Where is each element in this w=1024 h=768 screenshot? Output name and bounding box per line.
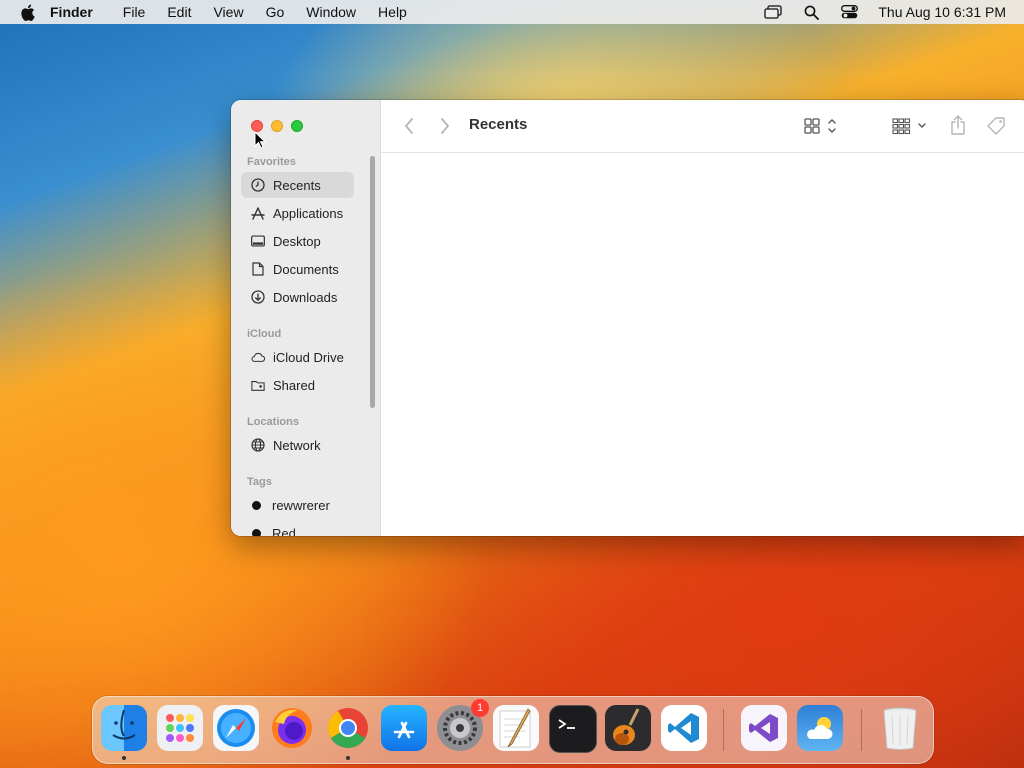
dock-system-settings[interactable]: 1 — [437, 699, 489, 751]
running-indicator — [346, 756, 350, 760]
dock-garageband[interactable] — [605, 705, 651, 751]
sidebar-item-label: Recents — [273, 177, 321, 193]
sidebar-item-icloud-drive[interactable]: iCloud Drive — [241, 344, 354, 370]
apple-menu-icon[interactable] — [18, 3, 36, 21]
menu-bar: Finder File Edit View Go Window Help Thu… — [0, 0, 1024, 24]
toolbar: Recents — [381, 100, 1024, 153]
desktop-icon — [251, 234, 265, 248]
share-icon[interactable] — [949, 114, 967, 136]
dock-safari[interactable] — [213, 705, 259, 751]
control-center-icon[interactable] — [840, 3, 858, 21]
tag-dot-icon — [252, 528, 261, 536]
zoom-button[interactable] — [291, 120, 303, 132]
sidebar-item-downloads[interactable]: Downloads — [241, 284, 354, 310]
firefox-icon — [272, 708, 312, 748]
dock-firefox[interactable] — [269, 705, 315, 751]
dock-separator — [723, 709, 724, 751]
finder-face-icon — [112, 709, 136, 740]
visual-studio-icon — [749, 714, 778, 742]
dock-trash[interactable] — [877, 705, 923, 751]
dock-app-store[interactable] — [381, 705, 427, 751]
sidebar-item-desktop[interactable]: Desktop — [241, 228, 354, 254]
menu-file[interactable]: File — [123, 4, 146, 20]
download-icon — [251, 290, 265, 304]
sidebar-item-label: iCloud Drive — [273, 349, 344, 365]
tag-icon[interactable] — [985, 115, 1007, 137]
notification-badge: 1 — [471, 699, 489, 717]
clock-icon — [251, 178, 265, 192]
shared-folder-icon — [251, 378, 265, 392]
menu-help[interactable]: Help — [378, 4, 407, 20]
dock-chrome[interactable] — [325, 705, 371, 751]
chrome-icon — [328, 708, 368, 748]
sidebar-item-tag-red[interactable]: Red — [241, 520, 354, 536]
section-favorites: Favorites — [247, 156, 296, 168]
dock: 1 — [92, 696, 934, 764]
window-title: Recents — [469, 116, 528, 133]
dock-terminal[interactable] — [549, 705, 597, 753]
search-icon[interactable] — [802, 3, 820, 21]
guitar-icon — [613, 708, 640, 745]
sidebar-item-tag-rewwrerer[interactable]: rewwrerer — [241, 492, 354, 518]
trash-icon — [883, 707, 917, 750]
document-icon — [251, 262, 265, 276]
dock-vscode[interactable] — [661, 705, 707, 751]
cloud-icon — [251, 350, 265, 364]
sidebar-item-shared[interactable]: Shared — [241, 372, 354, 398]
sidebar-item-label: rewwrerer — [272, 497, 330, 513]
menu-view[interactable]: View — [213, 4, 243, 20]
terminal-icon — [558, 719, 575, 729]
file-browser-content[interactable] — [381, 153, 1024, 536]
icon-view-icon[interactable] — [803, 116, 841, 136]
sidebar-item-label: Downloads — [273, 289, 338, 305]
sidebar: Favorites Recents Applications Desktop D… — [231, 100, 381, 536]
sidebar-item-label: Network — [273, 437, 321, 453]
safari-compass-icon — [217, 709, 255, 747]
textedit-icon — [499, 708, 531, 748]
sidebar-item-label: Applications — [273, 205, 344, 221]
sidebar-item-label: Desktop — [273, 233, 321, 249]
dock-visual-studio[interactable] — [741, 705, 787, 751]
launchpad-grid-icon — [166, 714, 194, 742]
dock-separator — [861, 709, 862, 751]
dock-finder[interactable] — [101, 705, 147, 751]
group-icon[interactable] — [891, 116, 931, 136]
sidebar-item-recents[interactable]: Recents — [241, 172, 354, 198]
sidebar-item-label: Documents — [273, 261, 339, 277]
sidebar-item-network[interactable]: Network — [241, 432, 354, 458]
finder-window: Favorites Recents Applications Desktop D… — [231, 100, 1024, 536]
menu-go[interactable]: Go — [266, 4, 285, 20]
screen-mirroring-icon[interactable] — [764, 3, 783, 21]
section-locations: Locations — [247, 416, 299, 428]
section-icloud: iCloud — [247, 328, 282, 340]
mouse-cursor-icon — [254, 131, 266, 149]
vscode-icon — [668, 713, 699, 743]
applications-icon — [251, 206, 265, 220]
sidebar-item-label: Shared — [273, 377, 315, 393]
menu-app-name[interactable]: Finder — [50, 4, 93, 20]
menubar-clock[interactable]: Thu Aug 10 6:31 PM — [878, 4, 1006, 20]
dock-weather[interactable] — [797, 705, 843, 751]
section-tags: Tags — [247, 476, 272, 488]
sidebar-item-label: Red — [272, 525, 296, 537]
minimize-button[interactable] — [271, 120, 283, 132]
sidebar-item-applications[interactable]: Applications — [241, 200, 354, 226]
sidebar-item-documents[interactable]: Documents — [241, 256, 354, 282]
globe-icon — [251, 438, 265, 452]
sidebar-scrollbar[interactable] — [370, 156, 375, 408]
tag-dot-icon — [252, 500, 261, 510]
dock-launchpad[interactable] — [157, 705, 203, 751]
forward-icon[interactable] — [437, 116, 453, 136]
menu-edit[interactable]: Edit — [167, 4, 191, 20]
back-icon[interactable] — [401, 116, 417, 136]
weather-cloud-sun-icon — [807, 717, 833, 739]
menu-window[interactable]: Window — [306, 4, 356, 20]
dock-textedit[interactable] — [493, 705, 539, 751]
running-indicator — [122, 756, 126, 760]
app-store-icon — [393, 721, 415, 739]
